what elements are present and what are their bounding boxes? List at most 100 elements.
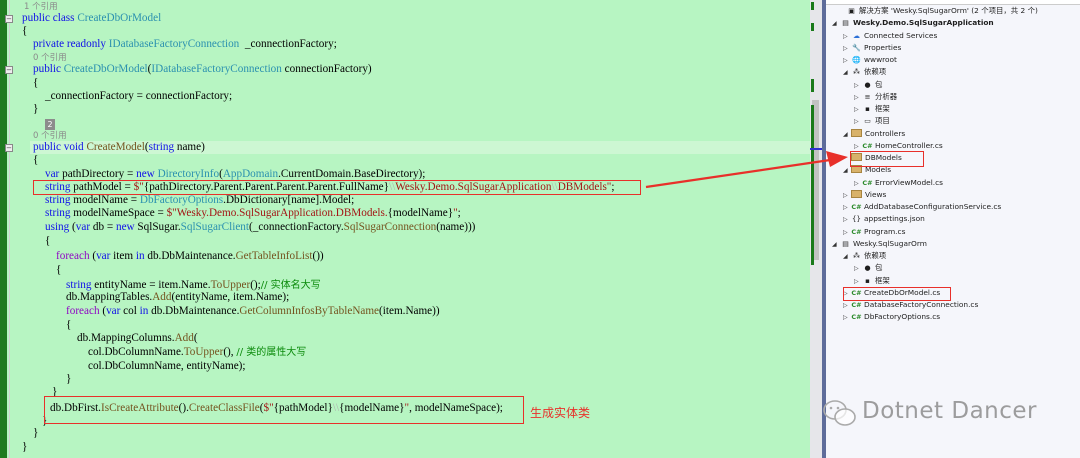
- expanded-arrow-icon[interactable]: ◢: [843, 67, 851, 79]
- change-mark: [811, 105, 814, 265]
- collapsed-arrow-icon[interactable]: ▷: [843, 312, 851, 324]
- tree-item[interactable]: ◢ ⁂ 依赖项: [843, 66, 886, 78]
- code-token: .DbDictionary[name].Model;: [223, 194, 355, 206]
- tree-item[interactable]: ▷ C# Program.cs: [843, 226, 905, 238]
- code-line[interactable]: private readonly IDatabaseFactoryConnect…: [33, 38, 337, 51]
- code-token: {: [45, 235, 51, 247]
- collapsed-arrow-icon[interactable]: ▷: [843, 214, 851, 226]
- collapsed-arrow-icon[interactable]: ▷: [843, 227, 851, 239]
- tree-item[interactable]: ▷ C# DbFactoryOptions.cs: [843, 311, 940, 323]
- code-line[interactable]: {: [66, 319, 71, 332]
- collapsed-arrow-icon[interactable]: ▷: [854, 80, 862, 92]
- tree-item[interactable]: ▷ C# ErrorViewModel.cs: [854, 177, 943, 189]
- tree-item[interactable]: ▷ C# HomeController.cs: [854, 140, 943, 152]
- collapsed-arrow-icon[interactable]: ▷: [843, 300, 851, 312]
- code-line[interactable]: {: [33, 77, 38, 90]
- collapsed-arrow-icon[interactable]: ▷: [843, 202, 851, 214]
- tree-item[interactable]: ▷ 🔧 Properties: [843, 42, 901, 54]
- watermark-text: Dotnet Dancer: [862, 398, 1037, 424]
- folder-icon: [851, 128, 862, 137]
- vertical-scrollbar[interactable]: [810, 0, 822, 458]
- code-line[interactable]: }: [66, 373, 71, 386]
- tree-item[interactable]: ▣ 解决方案 'Wesky.SqlSugarOrm' (2 个项目，共 2 个): [846, 5, 1038, 17]
- code-line[interactable]: db.MappingTables.Add(entityName, item.Na…: [66, 291, 289, 304]
- collapsed-arrow-icon[interactable]: ▷: [854, 178, 862, 190]
- code-line[interactable]: }: [22, 441, 27, 454]
- code-line[interactable]: {: [33, 154, 38, 167]
- code-line[interactable]: string modelName = DbFactoryOptions.DbDi…: [45, 194, 354, 207]
- tree-item[interactable]: ▷ ☁ Connected Services: [843, 30, 937, 42]
- collapsed-arrow-icon[interactable]: ▷: [843, 31, 851, 43]
- framework-icon: ▪: [865, 105, 870, 113]
- code-line[interactable]: }: [33, 427, 38, 440]
- code-line[interactable]: col.DbColumnName, entityName);: [88, 360, 246, 373]
- tree-item[interactable]: ▷ ▪ 框架: [854, 275, 890, 287]
- highlight-box-pathmodel: [33, 180, 641, 195]
- code-line[interactable]: public void CreateModel(string name): [33, 141, 205, 154]
- code-line[interactable]: col.DbColumnName.ToUpper(), // 类的属性大写: [88, 346, 306, 359]
- collapsed-arrow-icon[interactable]: ▷: [843, 43, 851, 55]
- collapsed-arrow-icon[interactable]: ▷: [854, 116, 862, 128]
- code-token: modelNameSpace =: [70, 207, 167, 219]
- expanded-arrow-icon[interactable]: ◢: [832, 239, 840, 251]
- collapsed-arrow-icon[interactable]: ▷: [854, 92, 862, 104]
- tree-item-label: ErrorViewModel.cs: [875, 177, 944, 187]
- tree-item[interactable]: ◢ ⁂ 依赖项: [843, 250, 886, 262]
- code-line[interactable]: _connectionFactory = connectionFactory;: [45, 90, 232, 103]
- expanded-arrow-icon[interactable]: ◢: [843, 129, 851, 141]
- expanded-arrow-icon[interactable]: ◢: [843, 251, 851, 263]
- code-line[interactable]: foreach (var item in db.DbMaintenance.Ge…: [56, 250, 324, 263]
- tree-item[interactable]: ◢ ▤ Wesky.SqlSugarOrm: [832, 238, 927, 250]
- code-line[interactable]: public CreateDbOrModel(IDatabaseFactoryC…: [33, 63, 372, 76]
- code-token: }: [22, 441, 28, 453]
- expanded-arrow-icon[interactable]: ◢: [832, 18, 840, 30]
- expanded-arrow-icon[interactable]: ◢: [843, 165, 851, 177]
- globe-icon: 🌐: [852, 56, 861, 64]
- collapsed-count-badge[interactable]: 2: [45, 119, 55, 130]
- code-line[interactable]: {: [45, 235, 50, 248]
- code-token: DbFactoryOptions: [139, 194, 224, 206]
- code-token: string: [45, 207, 71, 219]
- code-token: var: [75, 221, 91, 233]
- code-line[interactable]: db.MappingColumns.Add(: [77, 332, 198, 345]
- code-line[interactable]: {: [56, 264, 61, 277]
- code-line[interactable]: public class CreateDbOrModel: [22, 12, 161, 25]
- code-token: CreateDbOrModel: [77, 12, 162, 24]
- tree-item[interactable]: ▷ 🌐 wwwroot: [843, 54, 897, 66]
- code-line[interactable]: }: [33, 103, 38, 116]
- tree-item[interactable]: ◢ Controllers: [843, 128, 905, 140]
- codelens-references[interactable]: 0 个引用: [33, 51, 67, 63]
- codelens-references[interactable]: 1 个引用: [24, 0, 58, 12]
- tree-item[interactable]: ▷ ▭ 项目: [854, 115, 890, 127]
- codelens-references[interactable]: 0 个引用: [33, 129, 67, 141]
- collapse-toggle[interactable]: −: [5, 15, 13, 23]
- tree-item[interactable]: ▷{} appsettings.json: [843, 213, 925, 225]
- tree-item[interactable]: ▷ ≡ 分析器: [854, 91, 897, 103]
- tree-item[interactable]: ▷ ● 包: [854, 262, 882, 274]
- code-token: {: [22, 25, 28, 37]
- collapsed-arrow-icon[interactable]: ▷: [854, 263, 862, 275]
- tree-item[interactable]: ▷ C# AddDatabaseConfigurationService.cs: [843, 201, 1001, 213]
- code-line[interactable]: using (var db = new SqlSugar.SqlSugarCli…: [45, 221, 475, 234]
- package-icon: ●: [864, 80, 871, 89]
- collapse-toggle[interactable]: −: [5, 144, 13, 152]
- tree-item[interactable]: ▷ ▪ 框架: [854, 103, 890, 115]
- collapsed-arrow-icon[interactable]: ▷: [843, 55, 851, 67]
- code-line[interactable]: {: [22, 25, 27, 38]
- code-line[interactable]: foreach (var col in db.DbMaintenance.Get…: [66, 305, 440, 318]
- code-token: foreach: [56, 250, 90, 262]
- tree-item-label: Properties: [864, 42, 902, 52]
- code-editor[interactable]: − − − 1 个引用 0 个引用 0 个引用 2 public class C…: [0, 0, 810, 458]
- tree-item[interactable]: ▷ Views: [843, 189, 886, 201]
- tree-item-label: Connected Services: [864, 30, 938, 40]
- collapse-toggle[interactable]: −: [5, 66, 13, 74]
- collapsed-arrow-icon[interactable]: ▷: [854, 276, 862, 288]
- code-token: public void: [33, 141, 87, 153]
- code-line[interactable]: string modelNameSpace = $"Wesky.Demo.Sql…: [45, 207, 461, 220]
- tree-item[interactable]: ◢ ▤ Wesky.Demo.SqlSugarApplication: [832, 17, 994, 29]
- tree-item-label: 分析器: [875, 91, 898, 101]
- collapsed-arrow-icon[interactable]: ▷: [843, 190, 851, 202]
- tree-item[interactable]: ▷ ● 包: [854, 79, 882, 91]
- collapsed-arrow-icon[interactable]: ▷: [854, 104, 862, 116]
- code-token: using: [45, 221, 70, 233]
